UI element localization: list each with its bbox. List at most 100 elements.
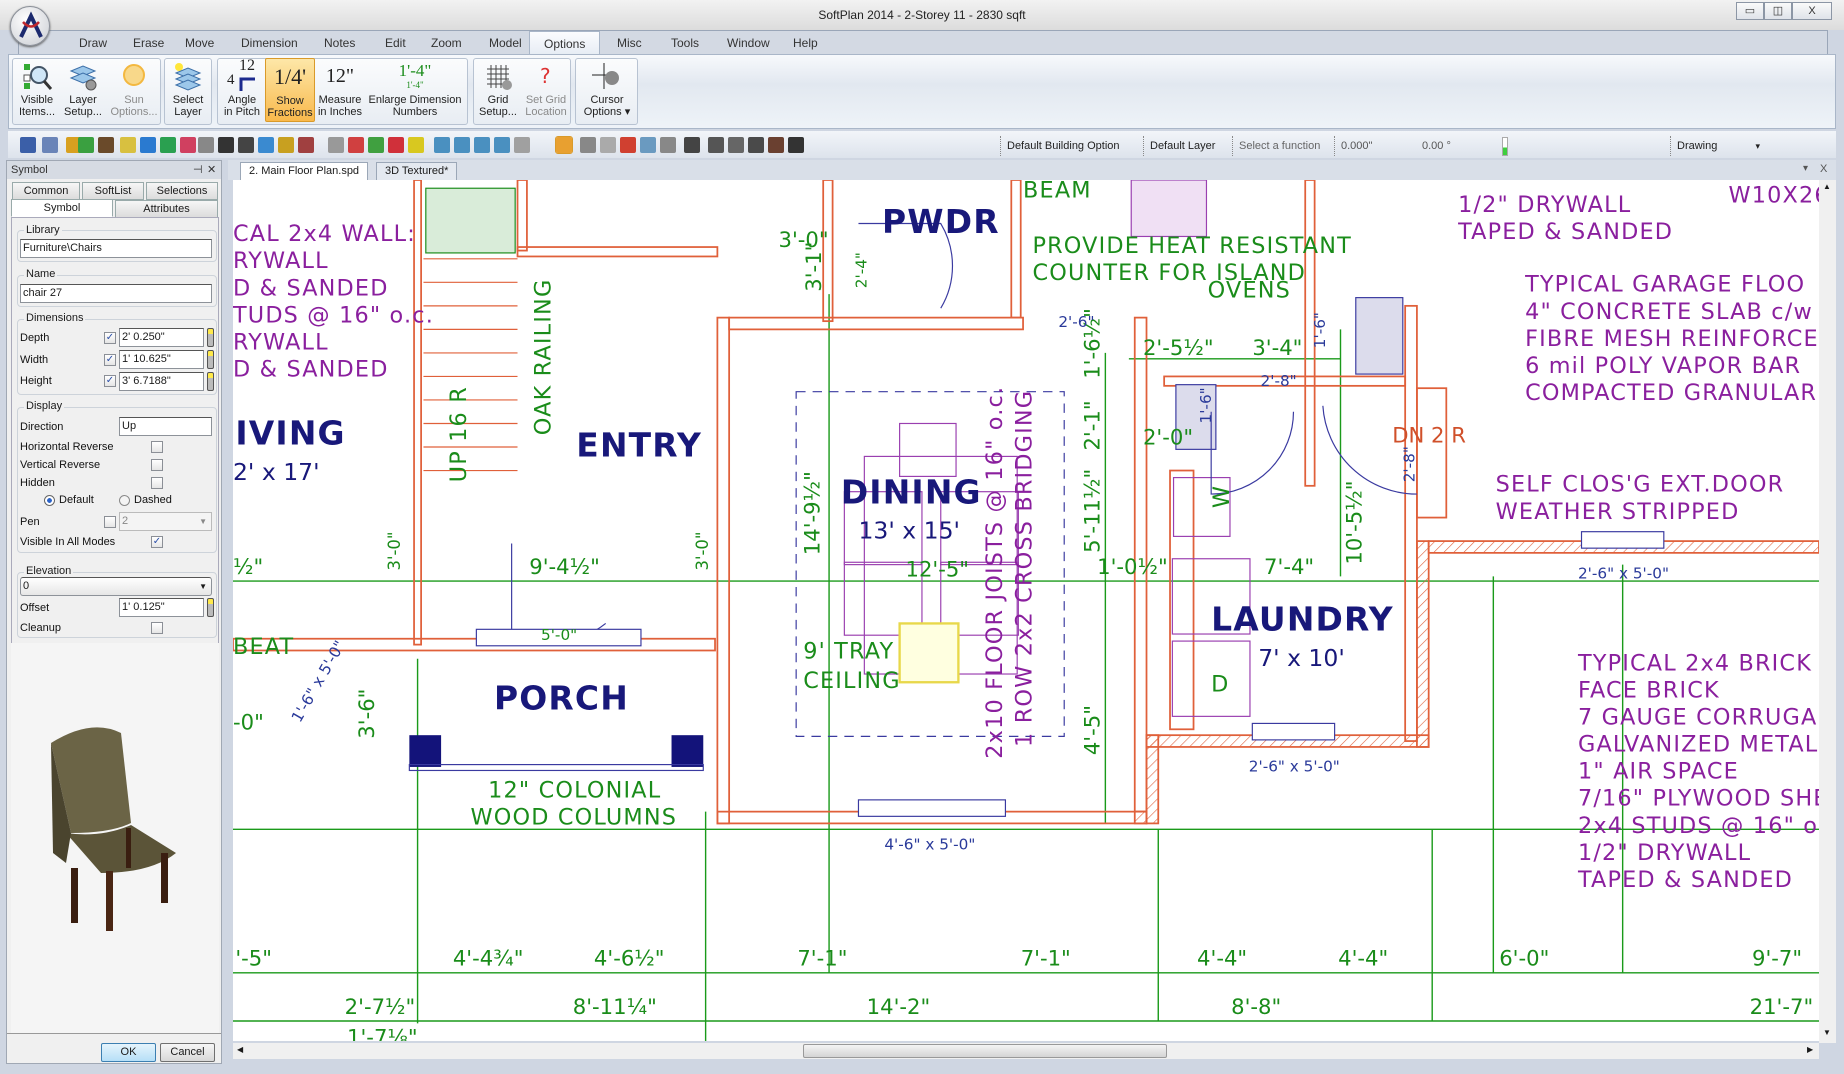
toolbar-tool-icon[interactable] (348, 137, 364, 153)
radio-dashed[interactable] (119, 495, 130, 506)
elevation-dropdown[interactable]: 0 ▼ (20, 577, 212, 596)
width-spinner[interactable] (207, 350, 214, 369)
tab-help[interactable]: Help (785, 36, 826, 50)
library-field[interactable]: Furniture\Chairs (20, 239, 212, 258)
selected-chair[interactable] (898, 622, 960, 684)
toolbar-tool-icon[interactable] (748, 137, 764, 153)
toolbar-tool-icon[interactable] (640, 137, 656, 153)
toolbar-tool-icon[interactable] (78, 137, 94, 153)
toolbar-tool-icon[interactable] (198, 137, 214, 153)
hidden-checkbox[interactable] (151, 477, 163, 489)
toolbar-tool-icon[interactable] (140, 137, 156, 153)
horizontal-reverse-checkbox[interactable] (151, 441, 163, 453)
tab-move[interactable]: Move (177, 36, 222, 50)
mode-dropdown[interactable]: Drawing ▾ (1670, 136, 1766, 156)
scroll-left-icon[interactable]: ◀ (237, 1045, 243, 1054)
height-spinner[interactable] (207, 372, 214, 391)
toolbar-tool-icon[interactable] (218, 137, 234, 153)
offset-field[interactable]: 1' 0.125" (119, 598, 204, 617)
toolbar-tool-icon[interactable] (408, 137, 424, 153)
tab-main-floor-plan[interactable]: 2. Main Floor Plan.spd (240, 162, 369, 180)
width-lock-checkbox[interactable]: ✓ (104, 354, 116, 366)
layer-setup-button[interactable]: Layer Setup... (59, 58, 107, 122)
toolbar-tool-icon[interactable] (160, 137, 176, 153)
angle-in-pitch-button[interactable]: 12 4 Angle in Pitch (221, 58, 263, 122)
radio-default[interactable] (44, 495, 55, 506)
vertical-reverse-checkbox[interactable] (151, 459, 163, 471)
pin-icon[interactable]: ⊣ (193, 161, 203, 179)
depth-spinner[interactable] (207, 328, 214, 347)
toolbar-tool-icon[interactable] (278, 137, 294, 153)
offset-spinner[interactable] (207, 598, 214, 617)
toolbar-tool-icon[interactable] (580, 137, 596, 153)
toolbar-tool-icon[interactable] (258, 137, 274, 153)
tab-symbol[interactable]: Symbol (11, 199, 113, 217)
toolbar-tool-icon[interactable] (708, 137, 724, 153)
pen-checkbox[interactable] (104, 516, 116, 528)
tab-model[interactable]: Model (481, 36, 530, 50)
grid-setup-button[interactable]: Grid Setup... (476, 58, 520, 122)
app-logo[interactable] (10, 6, 50, 46)
toolbar-tool-icon[interactable] (238, 137, 254, 153)
tab-zoom[interactable]: Zoom (423, 36, 470, 50)
restore-button[interactable]: ◫ (1764, 2, 1792, 20)
cancel-button[interactable]: Cancel (160, 1043, 215, 1062)
floor-plan[interactable]: PWDR ENTRY DINING 13' x 15' PORCH IVING … (233, 180, 1819, 1041)
toolbar-tool-icon[interactable] (368, 137, 384, 153)
ok-button[interactable]: OK (101, 1043, 156, 1062)
tab-window[interactable]: Window (719, 36, 778, 50)
toolbar-tool-icon[interactable] (494, 137, 510, 153)
depth-field[interactable]: 2' 0.250" (119, 328, 204, 347)
minimize-button[interactable]: ▭ (1736, 2, 1764, 20)
toolbar-tool-icon[interactable] (434, 137, 450, 153)
toolbar-tool-icon[interactable] (20, 137, 36, 153)
pen-select[interactable]: 2 ▼ (119, 512, 212, 531)
close-button[interactable]: X (1792, 2, 1832, 20)
direction-field[interactable]: Up (119, 417, 212, 436)
toolbar-tool-icon[interactable] (728, 137, 744, 153)
tab-tools[interactable]: Tools (663, 36, 707, 50)
enlarge-dimension-numbers-button[interactable]: 1'-4" 1'-4" Enlarge Dimension Numbers (365, 58, 465, 122)
width-field[interactable]: 1' 10.625" (119, 350, 204, 369)
tab-common[interactable]: Common (12, 182, 80, 200)
tab-selections[interactable]: Selections (146, 182, 218, 200)
depth-lock-checkbox[interactable]: ✓ (104, 332, 116, 344)
height-lock-checkbox[interactable]: ✓ (104, 375, 116, 387)
toolbar-tool-icon[interactable] (328, 137, 344, 153)
toolbar-tool-icon[interactable] (514, 137, 530, 153)
scroll-up-icon[interactable]: ▲ (1823, 182, 1831, 191)
close-panel-icon[interactable]: ✕ (207, 161, 216, 179)
document-menu-icon[interactable]: ▾ (1803, 163, 1808, 174)
tab-3d-textured[interactable]: 3D Textured* (376, 162, 458, 180)
layer-field[interactable]: Default Layer (1143, 136, 1221, 156)
cleanup-checkbox[interactable] (151, 622, 163, 634)
visible-items-button[interactable]: Visible Items... (17, 58, 57, 122)
toolbar-tool-icon[interactable] (555, 136, 573, 154)
toolbar-tool-icon[interactable] (98, 137, 114, 153)
scroll-down-icon[interactable]: ▼ (1823, 1028, 1831, 1037)
toolbar-tool-icon[interactable] (120, 137, 136, 153)
name-field[interactable]: chair 27 (20, 284, 212, 303)
toolbar-tool-icon[interactable] (684, 137, 700, 153)
vertical-scrollbar[interactable]: ▲ ▼ (1819, 180, 1836, 1043)
select-layer-button[interactable]: Select Layer (167, 58, 209, 122)
tab-draw[interactable]: Draw (71, 36, 115, 50)
toolbar-tool-icon[interactable] (620, 137, 636, 153)
close-document-icon[interactable]: X (1820, 163, 1827, 175)
drawing-canvas[interactable]: PWDR ENTRY DINING 13' x 15' PORCH IVING … (233, 180, 1819, 1041)
scroll-thumb[interactable] (803, 1044, 1167, 1058)
horizontal-scrollbar[interactable]: ◀ ▶ (233, 1043, 1819, 1059)
tab-notes[interactable]: Notes (316, 36, 363, 50)
toolbar-tool-icon[interactable] (768, 137, 784, 153)
measure-in-inches-button[interactable]: 12" Measure in Inches (317, 58, 363, 122)
visible-all-modes-checkbox[interactable]: ✓ (151, 536, 163, 548)
set-grid-location-button[interactable]: ? Set Grid Location (522, 58, 570, 122)
scroll-right-icon[interactable]: ▶ (1807, 1045, 1813, 1054)
toolbar-tool-icon[interactable] (600, 137, 616, 153)
height-field[interactable]: 3' 6.7188" (119, 372, 204, 391)
tab-misc[interactable]: Misc (609, 36, 650, 50)
tab-dimension[interactable]: Dimension (233, 36, 306, 50)
toolbar-tool-icon[interactable] (660, 137, 676, 153)
sun-options-button[interactable]: Sun Options... (109, 58, 159, 122)
toolbar-tool-icon[interactable] (180, 137, 196, 153)
